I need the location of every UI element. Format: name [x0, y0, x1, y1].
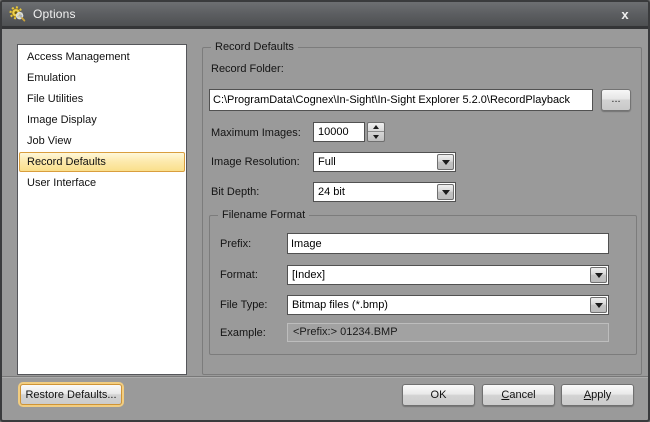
sidebar-item-record-defaults[interactable]: Record Defaults	[19, 152, 185, 172]
chevron-down-icon[interactable]	[437, 184, 454, 200]
sidebar-item-access-management[interactable]: Access Management	[19, 47, 185, 67]
prefix-label: Prefix:	[220, 237, 251, 251]
bit-depth-select[interactable]: 24 bit	[313, 182, 456, 202]
prefix-input[interactable]	[287, 233, 609, 254]
browse-button[interactable]: ...	[601, 89, 631, 111]
sidebar-item-image-display[interactable]: Image Display	[19, 110, 185, 130]
spin-buttons	[367, 122, 385, 142]
chevron-down-icon[interactable]	[590, 267, 607, 283]
format-select[interactable]: [Index]	[287, 265, 609, 285]
file-type-select[interactable]: Bitmap files (*.bmp)	[287, 295, 609, 315]
window-title: Options	[33, 7, 76, 21]
apply-button[interactable]: Apply	[561, 384, 634, 406]
format-value: [Index]	[292, 266, 588, 284]
filename-format-group-title: Filename Format	[218, 208, 309, 222]
options-dialog: Options x Access Management Emulation Fi…	[0, 0, 650, 422]
image-resolution-label: Image Resolution:	[211, 155, 300, 169]
file-type-label: File Type:	[220, 298, 268, 312]
spin-up-icon[interactable]	[368, 123, 384, 132]
filename-format-group: Filename Format Prefix: Format: [Index] …	[209, 215, 637, 355]
ok-button[interactable]: OK	[402, 384, 475, 406]
record-defaults-group: Record Defaults Record Folder: ... Maxim…	[202, 47, 642, 375]
chevron-down-icon[interactable]	[590, 297, 607, 313]
image-resolution-select[interactable]: Full	[313, 152, 456, 172]
spin-down-icon[interactable]	[368, 132, 384, 141]
sidebar-item-user-interface[interactable]: User Interface	[19, 173, 185, 193]
maximum-images-label: Maximum Images:	[211, 126, 301, 140]
footer-divider	[2, 376, 648, 377]
category-list: Access Management Emulation File Utiliti…	[17, 44, 187, 375]
file-type-value: Bitmap files (*.bmp)	[292, 296, 588, 314]
example-value: <Prefix:> 01234.BMP	[287, 323, 609, 342]
record-defaults-group-title: Record Defaults	[211, 40, 298, 54]
maximum-images-input[interactable]	[313, 122, 365, 142]
format-label: Format:	[220, 268, 258, 282]
record-folder-input[interactable]	[209, 89, 593, 111]
sidebar-item-job-view[interactable]: Job View	[19, 131, 185, 151]
bit-depth-label: Bit Depth:	[211, 185, 259, 199]
sidebar-item-emulation[interactable]: Emulation	[19, 68, 185, 88]
chevron-down-icon[interactable]	[437, 154, 454, 170]
close-icon[interactable]: x	[616, 6, 634, 24]
bit-depth-value: 24 bit	[318, 183, 435, 201]
maximum-images-spinner	[313, 122, 385, 142]
sidebar-item-file-utilities[interactable]: File Utilities	[19, 89, 185, 109]
gear-magnifier-icon	[9, 6, 26, 23]
cancel-button[interactable]: Cancel	[482, 384, 555, 406]
titlebar: Options x	[2, 2, 648, 29]
example-label: Example:	[220, 326, 266, 340]
restore-defaults-button[interactable]: Restore Defaults...	[20, 384, 122, 405]
record-folder-label: Record Folder:	[211, 62, 284, 76]
image-resolution-value: Full	[318, 153, 435, 171]
